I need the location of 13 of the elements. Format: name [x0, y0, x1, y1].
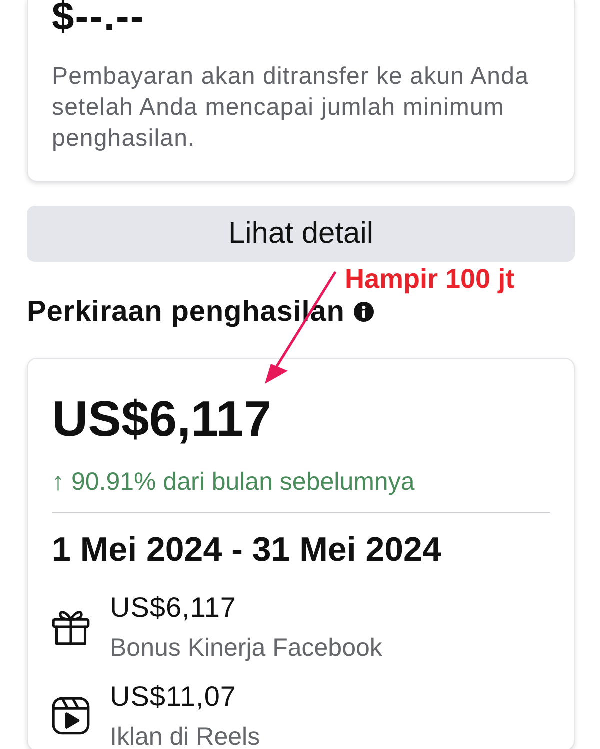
annotation-text: Hampir 100 jt — [345, 263, 515, 295]
item-amount: US$6,117 — [110, 592, 236, 624]
item-label: Bonus Kinerja Facebook — [110, 635, 382, 661]
info-icon[interactable] — [354, 302, 374, 322]
period-label: 1 Mei 2024 - 31 Mei 2024 — [52, 530, 442, 570]
payout-amount: $--.-- — [52, 0, 146, 39]
reels-icon — [52, 696, 90, 734]
item-label: Iklan di Reels — [110, 724, 260, 749]
view-details-button[interactable]: Lihat detail — [27, 206, 575, 262]
item-amount: US$11,07 — [110, 681, 236, 713]
payout-description: Pembayaran akan ditransfer ke akun Anda setelah Anda mencapai jumlah minimum penghasilan. — [52, 62, 530, 154]
earnings-total: US$6,117 — [52, 391, 273, 447]
change-text: ↑ 90.91% dari bulan sebelumnya — [52, 467, 416, 497]
